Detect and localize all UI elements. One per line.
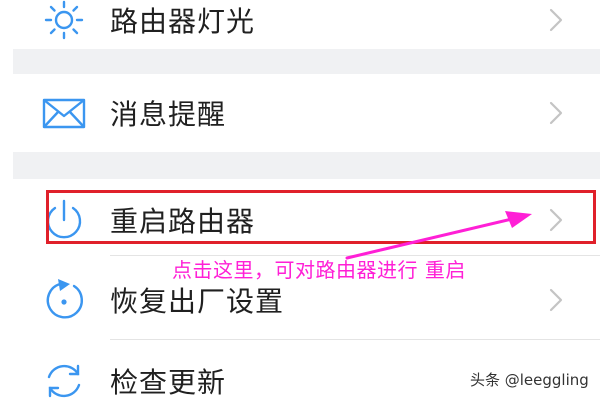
settings-item-label: 检查更新 [110,365,227,399]
sun-icon [44,0,84,40]
section-separator [13,152,600,179]
annotation-text: 点击这里，可对路由器进行 重启 [172,258,466,282]
settings-item-router-lights[interactable]: 路由器灯光 [13,0,600,50]
section-separator [13,49,600,74]
watermark: 头条 @leeggling [470,371,589,389]
refresh-icon [47,364,81,397]
chevron-right-icon [549,8,563,32]
settings-item-message-reminders[interactable]: 消息提醒 [13,75,600,150]
envelope-icon [42,98,86,128]
settings-item-label: 恢复出厂设置 [110,284,285,318]
settings-item-label: 路由器灯光 [110,5,256,38]
restore-icon [46,278,84,318]
highlight-box [46,190,596,244]
row-divider [110,339,600,340]
chevron-right-icon [549,288,563,311]
left-gutter [0,0,13,400]
settings-item-label: 消息提醒 [110,97,227,131]
settings-screen: 路由器灯光 消息提醒 重启路由器 恢复出厂设置 检查更新 点击这里，可对路由器进… [0,0,600,400]
chevron-right-icon [549,101,563,124]
